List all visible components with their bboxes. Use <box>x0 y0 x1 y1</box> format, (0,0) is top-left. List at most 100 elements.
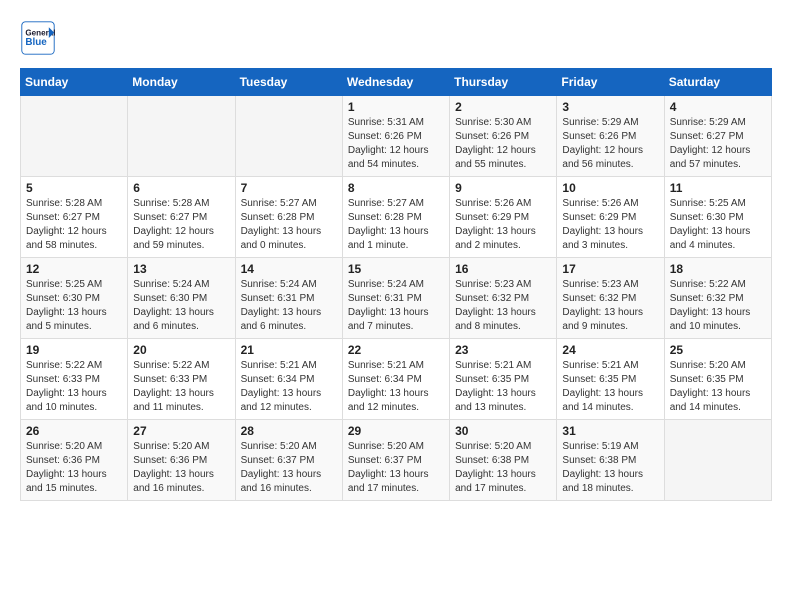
day-number: 7 <box>241 181 337 195</box>
day-number: 19 <box>26 343 122 357</box>
day-number: 9 <box>455 181 551 195</box>
calendar-cell-0-5: 3 Sunrise: 5:29 AMSunset: 6:26 PMDaylight… <box>557 96 664 177</box>
calendar-header-row: SundayMondayTuesdayWednesdayThursdayFrid… <box>21 69 772 96</box>
calendar-cell-3-1: 20 Sunrise: 5:22 AMSunset: 6:33 PMDayligh… <box>128 339 235 420</box>
day-info: Sunrise: 5:29 AMSunset: 6:26 PMDaylight:… <box>562 116 658 172</box>
calendar-cell-1-5: 10 Sunrise: 5:26 AMSunset: 6:29 PMDayligh… <box>557 177 664 258</box>
calendar-cell-3-2: 21 Sunrise: 5:21 AMSunset: 6:34 PMDayligh… <box>235 339 342 420</box>
calendar-week-row-3: 19 Sunrise: 5:22 AMSunset: 6:33 PMDayligh… <box>21 339 772 420</box>
day-info: Sunrise: 5:21 AMSunset: 6:35 PMDaylight:… <box>562 359 658 415</box>
day-number: 13 <box>133 262 229 276</box>
day-info: Sunrise: 5:22 AMSunset: 6:33 PMDaylight:… <box>133 359 229 415</box>
day-info: Sunrise: 5:21 AMSunset: 6:34 PMDaylight:… <box>348 359 444 415</box>
calendar-table: SundayMondayTuesdayWednesdayThursdayFrid… <box>20 68 772 501</box>
calendar-cell-1-3: 8Sunrise: 5:27 AMSunset: 6:28 PMDaylight… <box>342 177 449 258</box>
logo: General Blue <box>20 20 62 56</box>
day-number: 18 <box>670 262 766 276</box>
calendar-cell-2-2: 14 Sunrise: 5:24 AMSunset: 6:31 PMDayligh… <box>235 258 342 339</box>
day-number: 3 <box>562 100 658 114</box>
day-number: 1 <box>348 100 444 114</box>
day-number: 15 <box>348 262 444 276</box>
calendar-cell-3-4: 23 Sunrise: 5:21 AMSunset: 6:35 PMDayligh… <box>450 339 557 420</box>
day-number: 6 <box>133 181 229 195</box>
day-info: Sunrise: 5:29 AMSunset: 6:27 PMDaylight:… <box>670 116 766 172</box>
page: General Blue SundayMondayTuesdayWednesda… <box>0 0 792 516</box>
calendar-header-tuesday: Tuesday <box>235 69 342 96</box>
day-info: Sunrise: 5:20 AMSunset: 6:37 PMDaylight:… <box>348 440 444 496</box>
day-info: Sunrise: 5:26 AMSunset: 6:29 PMDaylight:… <box>455 197 551 253</box>
day-info: Sunrise: 5:28 AMSunset: 6:27 PMDaylight:… <box>133 197 229 253</box>
day-info: Sunrise: 5:25 AMSunset: 6:30 PMDaylight:… <box>26 278 122 334</box>
day-number: 11 <box>670 181 766 195</box>
day-number: 22 <box>348 343 444 357</box>
day-number: 26 <box>26 424 122 438</box>
calendar-cell-0-0 <box>21 96 128 177</box>
calendar-cell-2-5: 17Sunrise: 5:23 AMSunset: 6:32 PMDayligh… <box>557 258 664 339</box>
calendar-cell-4-1: 27 Sunrise: 5:20 AMSunset: 6:36 PMDayligh… <box>128 420 235 501</box>
day-info: Sunrise: 5:30 AMSunset: 6:26 PMDaylight:… <box>455 116 551 172</box>
day-number: 29 <box>348 424 444 438</box>
calendar-week-row-2: 12Sunrise: 5:25 AMSunset: 6:30 PMDayligh… <box>21 258 772 339</box>
day-info: Sunrise: 5:26 AMSunset: 6:29 PMDaylight:… <box>562 197 658 253</box>
calendar-cell-0-6: 4 Sunrise: 5:29 AMSunset: 6:27 PMDaylight… <box>664 96 771 177</box>
day-number: 4 <box>670 100 766 114</box>
day-number: 27 <box>133 424 229 438</box>
day-number: 10 <box>562 181 658 195</box>
day-number: 5 <box>26 181 122 195</box>
day-number: 20 <box>133 343 229 357</box>
day-info: Sunrise: 5:25 AMSunset: 6:30 PMDaylight:… <box>670 197 766 253</box>
calendar-cell-4-6 <box>664 420 771 501</box>
day-info: Sunrise: 5:20 AMSunset: 6:36 PMDaylight:… <box>26 440 122 496</box>
day-info: Sunrise: 5:20 AMSunset: 6:36 PMDaylight:… <box>133 440 229 496</box>
svg-text:Blue: Blue <box>25 37 47 48</box>
calendar-week-row-0: 1 Sunrise: 5:31 AMSunset: 6:26 PMDaylight… <box>21 96 772 177</box>
calendar-week-row-1: 5 Sunrise: 5:28 AMSunset: 6:27 PMDaylight… <box>21 177 772 258</box>
day-number: 16 <box>455 262 551 276</box>
day-info: Sunrise: 5:24 AMSunset: 6:31 PMDaylight:… <box>241 278 337 334</box>
calendar-cell-4-5: 31 Sunrise: 5:19 AMSunset: 6:38 PMDayligh… <box>557 420 664 501</box>
calendar-cell-3-3: 22 Sunrise: 5:21 AMSunset: 6:34 PMDayligh… <box>342 339 449 420</box>
calendar-cell-0-3: 1 Sunrise: 5:31 AMSunset: 6:26 PMDaylight… <box>342 96 449 177</box>
logo-icon: General Blue <box>20 20 56 56</box>
day-info: Sunrise: 5:23 AMSunset: 6:32 PMDaylight:… <box>562 278 658 334</box>
day-info: Sunrise: 5:24 AMSunset: 6:30 PMDaylight:… <box>133 278 229 334</box>
calendar-cell-1-6: 11 Sunrise: 5:25 AMSunset: 6:30 PMDayligh… <box>664 177 771 258</box>
day-number: 21 <box>241 343 337 357</box>
day-number: 24 <box>562 343 658 357</box>
calendar-cell-3-5: 24 Sunrise: 5:21 AMSunset: 6:35 PMDayligh… <box>557 339 664 420</box>
calendar-week-row-4: 26 Sunrise: 5:20 AMSunset: 6:36 PMDayligh… <box>21 420 772 501</box>
day-info: Sunrise: 5:31 AMSunset: 6:26 PMDaylight:… <box>348 116 444 172</box>
calendar-cell-4-0: 26 Sunrise: 5:20 AMSunset: 6:36 PMDayligh… <box>21 420 128 501</box>
day-info: Sunrise: 5:28 AMSunset: 6:27 PMDaylight:… <box>26 197 122 253</box>
calendar-cell-4-2: 28 Sunrise: 5:20 AMSunset: 6:37 PMDayligh… <box>235 420 342 501</box>
calendar-header-thursday: Thursday <box>450 69 557 96</box>
calendar-header-friday: Friday <box>557 69 664 96</box>
calendar-cell-2-3: 15 Sunrise: 5:24 AMSunset: 6:31 PMDayligh… <box>342 258 449 339</box>
day-info: Sunrise: 5:23 AMSunset: 6:32 PMDaylight:… <box>455 278 551 334</box>
calendar-header-sunday: Sunday <box>21 69 128 96</box>
calendar-header-monday: Monday <box>128 69 235 96</box>
day-info: Sunrise: 5:19 AMSunset: 6:38 PMDaylight:… <box>562 440 658 496</box>
calendar-cell-1-0: 5 Sunrise: 5:28 AMSunset: 6:27 PMDaylight… <box>21 177 128 258</box>
day-info: Sunrise: 5:21 AMSunset: 6:35 PMDaylight:… <box>455 359 551 415</box>
day-number: 31 <box>562 424 658 438</box>
day-number: 28 <box>241 424 337 438</box>
calendar-cell-2-4: 16 Sunrise: 5:23 AMSunset: 6:32 PMDayligh… <box>450 258 557 339</box>
calendar-cell-1-1: 6 Sunrise: 5:28 AMSunset: 6:27 PMDaylight… <box>128 177 235 258</box>
calendar-cell-2-1: 13 Sunrise: 5:24 AMSunset: 6:30 PMDayligh… <box>128 258 235 339</box>
day-number: 14 <box>241 262 337 276</box>
day-info: Sunrise: 5:24 AMSunset: 6:31 PMDaylight:… <box>348 278 444 334</box>
calendar-cell-4-3: 29 Sunrise: 5:20 AMSunset: 6:37 PMDayligh… <box>342 420 449 501</box>
day-info: Sunrise: 5:20 AMSunset: 6:37 PMDaylight:… <box>241 440 337 496</box>
day-info: Sunrise: 5:21 AMSunset: 6:34 PMDaylight:… <box>241 359 337 415</box>
calendar-header-wednesday: Wednesday <box>342 69 449 96</box>
calendar-cell-0-4: 2Sunrise: 5:30 AMSunset: 6:26 PMDaylight… <box>450 96 557 177</box>
calendar-cell-4-4: 30Sunrise: 5:20 AMSunset: 6:38 PMDayligh… <box>450 420 557 501</box>
day-info: Sunrise: 5:20 AMSunset: 6:35 PMDaylight:… <box>670 359 766 415</box>
header: General Blue <box>20 20 772 56</box>
day-info: Sunrise: 5:27 AMSunset: 6:28 PMDaylight:… <box>348 197 444 253</box>
day-number: 23 <box>455 343 551 357</box>
day-info: Sunrise: 5:27 AMSunset: 6:28 PMDaylight:… <box>241 197 337 253</box>
day-info: Sunrise: 5:20 AMSunset: 6:38 PMDaylight:… <box>455 440 551 496</box>
day-info: Sunrise: 5:22 AMSunset: 6:32 PMDaylight:… <box>670 278 766 334</box>
